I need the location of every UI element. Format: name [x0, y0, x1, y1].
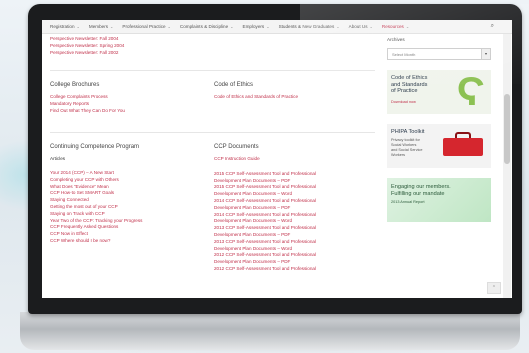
chevron-down-icon: ⌄ [369, 24, 373, 29]
nav-item-members[interactable]: Members ⌄ [89, 24, 114, 29]
laptop-screen: Registration ⌄ Members ⌄ Professional Prac… [42, 20, 512, 298]
ccp-article-link[interactable]: CCP Now in Effect [50, 231, 142, 238]
scrollbar-thumb[interactable] [504, 94, 510, 164]
section-divider [50, 132, 375, 133]
newsletter-link[interactable]: Perspective Newsletter: Fall 2002 [50, 50, 124, 57]
ccp-document-link[interactable]: 2013 CCP Self-Assessment Tool and Profes… [214, 225, 316, 232]
section-divider [50, 70, 375, 71]
promo-description: Privacy toolkit for Social Workers and S… [391, 138, 423, 157]
ccp-article-link[interactable]: Your 2014 (CCP) – A New Start [50, 170, 142, 177]
brochures-section: College Brochures College Complaints Pro… [50, 82, 125, 114]
ccp-documents-section: CCP Documents CCP Instruction Guide 2015… [214, 144, 316, 273]
archives-select-value: Select Month [392, 52, 416, 57]
nav-item-employers[interactable]: Employers ⌄ [243, 24, 270, 29]
ethics-logo-icon: Ϛ [456, 70, 485, 114]
annual-report-banner[interactable]: Engaging our members. Fulfilling our man… [387, 178, 491, 222]
chevron-down-icon: ⌄ [167, 24, 171, 29]
newsletter-link[interactable]: Perspective Newsletter: Fall 2004 [50, 36, 124, 43]
newsletter-link[interactable]: Perspective Newsletter: Spring 2004 [50, 43, 124, 50]
ccp-document-link[interactable]: CCP Instruction Guide [214, 156, 316, 163]
ccp-document-link[interactable]: 2015 CCP Self-Assessment Tool and Profes… [214, 184, 316, 191]
ccp-article-link[interactable]: CCP How-to Set SMART Goals [50, 190, 142, 197]
ccp-document-link[interactable]: 2012 CCP Self-Assessment Tool and Profes… [214, 266, 316, 273]
ccp-document-link[interactable]: Development Plan Documents – PDF [214, 205, 316, 212]
ccp-article-link[interactable]: Staying Connected [50, 197, 142, 204]
ccp-documents-heading: CCP Documents [214, 144, 259, 150]
main-nav: Registration ⌄ Members ⌄ Professional Prac… [42, 20, 512, 34]
brochure-link[interactable]: Find Out What They Can Do For You [50, 108, 125, 115]
ethics-section: Code of Ethics Code of Ethics and Standa… [214, 82, 298, 101]
archives-label: Archives [387, 37, 405, 42]
nav-item-resources[interactable]: Resources ⌄ [382, 24, 409, 29]
chevron-down-icon: ⌄ [266, 24, 270, 29]
nav-item-professional-practice[interactable]: Professional Practice ⌄ [122, 24, 171, 29]
chevron-down-icon: ⌄ [110, 24, 114, 29]
promo-title: PHIPA Toolkit [391, 129, 425, 135]
promo-download-link[interactable]: Download now [391, 100, 416, 104]
page-scrollbar[interactable] [503, 34, 511, 298]
sidebar: Archives Select Month ▾ Ϛ Code of Ethics… [387, 37, 497, 222]
ccp-document-link[interactable]: Development Plan Documents – PDF [214, 259, 316, 266]
ccp-document-link[interactable]: Development Plan Documents – PDF [214, 178, 316, 185]
chevron-down-icon: ⌄ [336, 24, 340, 29]
ccp-document-link[interactable]: 2012 CCP Self-Assessment Tool and Profes… [214, 252, 316, 259]
brochure-link[interactable]: College Complaints Process [50, 94, 125, 101]
laptop-base [20, 312, 520, 350]
nav-item-about[interactable]: About Us ⌄ [349, 24, 373, 29]
ccp-article-link[interactable]: CCP Where should I be now? [50, 238, 142, 245]
ccp-article-link[interactable]: Year Two of the CCP: Tracking your Progr… [50, 218, 142, 225]
ccp-document-link[interactable]: 2013 CCP Self-Assessment Tool and Profes… [214, 239, 316, 246]
chevron-down-icon: ▾ [481, 49, 490, 59]
brochures-heading: College Brochures [50, 82, 100, 88]
brochure-link[interactable]: Mandatory Reports [50, 101, 125, 108]
newsletter-links: Perspective Newsletter: Fall 2004 Perspe… [50, 36, 124, 56]
ccp-article-link[interactable]: Getting the most out of your CCP [50, 204, 142, 211]
ccp-heading: Continuing Competence Program [50, 144, 140, 150]
ccp-document-link[interactable]: Development Plan Documents – Word [214, 218, 316, 225]
ccp-document-link[interactable]: Development Plan Documents – Word [214, 246, 316, 253]
chevron-down-icon: ⌄ [76, 24, 80, 29]
ccp-article-link[interactable]: What Does “Evidence” Mean [50, 184, 142, 191]
phipa-toolkit-banner[interactable]: PHIPA Toolkit Privacy toolkit for Social… [387, 124, 491, 168]
ethics-link[interactable]: Code of Ethics and Standards of Practice [214, 94, 298, 101]
chevron-down-icon: ⌄ [405, 24, 410, 29]
ccp-section: Continuing Competence Program Articles Y… [50, 144, 142, 245]
ccp-document-link[interactable]: Development Plan Documents – PDF [214, 232, 316, 239]
ccp-document-link[interactable]: Development Plan Documents – Word [214, 191, 316, 198]
promo-title: Engaging our members. Fulfilling our man… [391, 184, 451, 197]
archives-select[interactable]: Select Month ▾ [387, 48, 491, 60]
ccp-article-link[interactable]: Staying on Track with CCP [50, 211, 142, 218]
scroll-to-top-button[interactable]: ⌃ [487, 282, 501, 294]
toolbox-icon [443, 138, 483, 156]
ccp-document-link[interactable]: 2014 CCP Self-Assessment Tool and Profes… [214, 212, 316, 219]
ccp-articles-label: Articles [50, 156, 66, 161]
search-icon[interactable]: ⌕ [491, 23, 494, 30]
nav-item-students[interactable]: Students & New Graduates ⌄ [279, 24, 340, 29]
nav-item-complaints[interactable]: Complaints & Discipline ⌄ [180, 24, 234, 29]
ccp-article-link[interactable]: CCP Frequently Asked Questions [50, 224, 142, 231]
ethics-heading: Code of Ethics [214, 82, 254, 88]
ccp-document-link[interactable]: 2014 CCP Self-Assessment Tool and Profes… [214, 198, 316, 205]
code-of-ethics-banner[interactable]: Ϛ Code of Ethics and Standards of Practi… [387, 70, 491, 114]
ccp-article-link[interactable]: Completing your CCP with Others [50, 177, 142, 184]
promo-title: Code of Ethics and Standards of Practice [391, 75, 428, 94]
nav-item-registration[interactable]: Registration ⌄ [50, 24, 80, 29]
chevron-down-icon: ⌄ [230, 24, 234, 29]
ccp-document-link[interactable]: 2015 CCP Self-Assessment Tool and Profes… [214, 171, 316, 178]
promo-report-link[interactable]: 2013 Annual Report [391, 200, 425, 204]
